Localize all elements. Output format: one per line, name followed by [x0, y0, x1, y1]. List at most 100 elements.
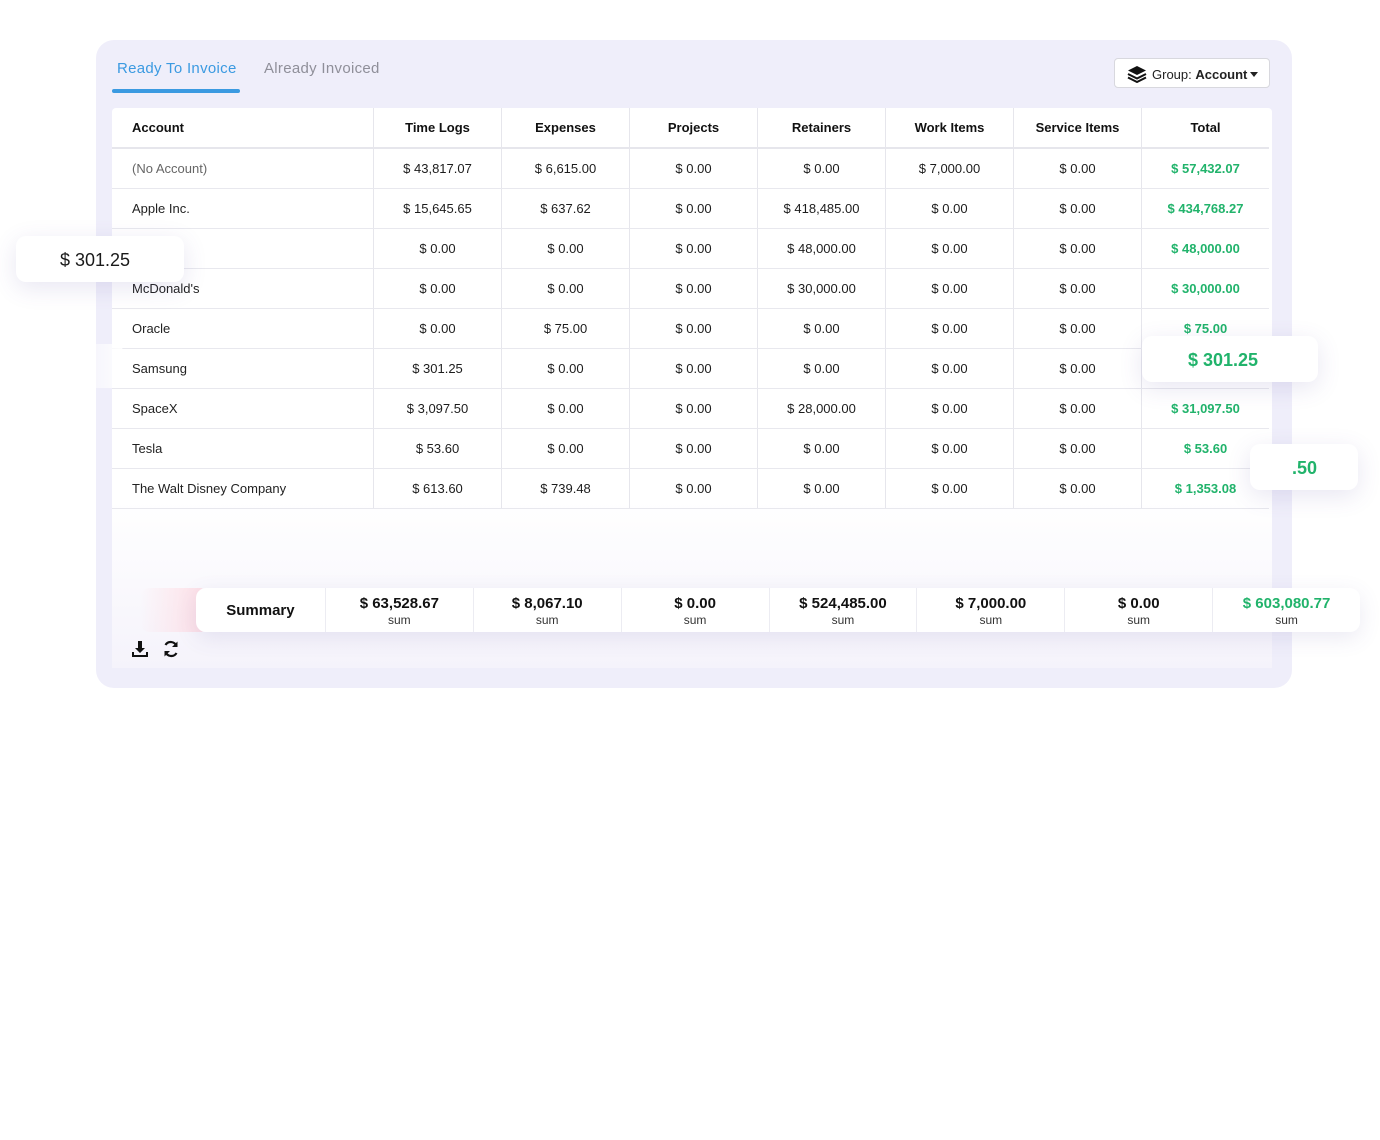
cell-service-items: $ 0.00 [1013, 308, 1142, 349]
col-header-projects[interactable]: Projects [629, 108, 758, 149]
floating-card-right: $ 301.25 [1142, 336, 1318, 382]
table-row[interactable]: SpaceX $ 3,097.50 $ 0.00 $ 0.00 $ 28,000.00 $… [112, 388, 1269, 429]
summary-agg: sum [979, 613, 1003, 627]
summary-agg: sum [387, 613, 411, 627]
cell-expenses: $ 739.48 [501, 468, 630, 509]
cell-account: The Walt Disney Company [112, 468, 374, 509]
summary-work-items: $ 7,000.00 sum [917, 588, 1066, 632]
summary-total: $ 603,080.77 sum [1213, 588, 1360, 632]
group-select-text: Group: Account [1152, 67, 1247, 82]
cell-work-items: $ 0.00 [885, 188, 1014, 229]
table-row[interactable]: The Walt Disney Company $ 613.60 $ 739.48 $… [112, 468, 1269, 509]
col-header-retainers[interactable]: Retainers [757, 108, 886, 149]
summary-value: $ 63,528.67 [359, 595, 439, 612]
summary-value: $ 0.00 [674, 595, 716, 612]
floating-value: $ 301.25 [1188, 350, 1259, 370]
cell-work-items: $ 0.00 [885, 228, 1014, 269]
floating-card-left: $ 301.25 [16, 236, 184, 282]
cell-work-items: $ 0.00 [885, 428, 1014, 469]
download-icon[interactable] [131, 640, 149, 658]
cell-service-items: $ 0.00 [1013, 228, 1142, 269]
cell-time-logs: $ 53.60 [373, 428, 502, 469]
col-header-work-items[interactable]: Work Items [885, 108, 1014, 149]
summary-value: $ 8,067.10 [511, 595, 583, 612]
cell-retainers: $ 0.00 [757, 308, 886, 349]
cell-expenses: $ 0.00 [501, 428, 630, 469]
summary-retainers: $ 524,485.00 sum [770, 588, 918, 632]
cell-service-items: $ 0.00 [1013, 468, 1142, 509]
refresh-icon[interactable] [162, 640, 180, 658]
floating-value: .50 [1292, 458, 1318, 478]
cell-account: SpaceX [112, 388, 374, 429]
cell-projects: $ 0.00 [629, 428, 758, 469]
cell-account: Samsung [112, 348, 374, 389]
summary-time-logs: $ 63,528.67 sum [326, 588, 474, 632]
cell-retainers: $ 30,000.00 [757, 268, 886, 309]
cell-account: (No Account) [112, 148, 374, 189]
tab-ready-to-invoice[interactable]: Ready To Invoice [117, 60, 237, 77]
cell-work-items: $ 0.00 [885, 468, 1014, 509]
cell-retainers: $ 28,000.00 [757, 388, 886, 429]
summary-agg: sum [831, 613, 855, 627]
invoice-table: Account Time Logs Expenses Projects Reta… [112, 108, 1269, 509]
summary-label: Summary [196, 588, 326, 632]
layers-icon [1127, 66, 1147, 83]
table-row[interactable]: America$ 0.00$ 0.00$ 0.00$ 48,000.00$ 0.… [112, 228, 1269, 269]
cell-retainers: $ 0.00 [757, 148, 886, 189]
col-header-time-logs[interactable]: Time Logs [373, 108, 502, 149]
cell-expenses: $ 75.00 [501, 308, 630, 349]
cell-expenses: $ 0.00 [501, 388, 630, 429]
cell-work-items: $ 7,000.00 [885, 148, 1014, 189]
cell-service-items: $ 0.00 [1013, 188, 1142, 229]
floating-value: $ 301.25 [60, 250, 131, 270]
summary-value: $ 0.00 [1117, 595, 1160, 612]
table-row[interactable]: (No Account) $ 43,817.07 $ 6,615.00 $ 0.00 $… [112, 148, 1269, 189]
cell-projects: $ 0.00 [629, 348, 758, 389]
cell-expenses: $ 637.62 [501, 188, 630, 229]
table-row[interactable]: McDonald's $ 0.00 $ 0.00 $ 0.00 $ 30,000.00 $… [112, 268, 1269, 309]
cell-time-logs: $ 301.25 [373, 348, 502, 389]
group-by-select[interactable]: Group: Account [1114, 58, 1270, 88]
summary-agg: sum [535, 613, 559, 627]
cell-work-items: $ 0.00 [885, 308, 1014, 349]
table-header-row: Account Time Logs Expenses Projects Reta… [112, 108, 1269, 149]
cell-retainers: $ 0.00 [757, 428, 886, 469]
summary-value: $ 7,000.00 [955, 595, 1027, 612]
cell-projects: $ 0.00 [629, 388, 758, 429]
cell-expenses: $ 0.00 [501, 348, 630, 389]
table-row[interactable]: Tesla $ 53.60 $ 0.00 $ 0.00 $ 0.00 $ 0.00 $ 0.… [112, 428, 1269, 469]
summary-expenses: $ 8,067.10 sum [474, 588, 622, 632]
tab-already-invoiced[interactable]: Already Invoiced [264, 60, 380, 77]
cell-time-logs: $ 15,645.65 [373, 188, 502, 229]
table-row[interactable]: Apple Inc. $ 15,645.65 $ 637.62 $ 0.00 $ 418… [112, 188, 1269, 229]
table-row[interactable]: Oracle $ 0.00 $ 75.00 $ 0.00 $ 0.00 $ 0.00 $ 0… [112, 308, 1269, 349]
summary-agg: sum [1127, 613, 1151, 627]
cell-service-items: $ 0.00 [1013, 268, 1142, 309]
summary-row: Summary $ 63,528.67 sum $ 8,067.10 sum $ 0… [196, 588, 1360, 632]
cell-work-items: $ 0.00 [885, 388, 1014, 429]
col-header-total[interactable]: Total [1141, 108, 1269, 149]
floating-card-ghost [64, 344, 124, 388]
cell-projects: $ 0.00 [629, 468, 758, 509]
col-header-account[interactable]: Account [112, 108, 374, 149]
cell-expenses: $ 0.00 [501, 268, 630, 309]
summary-agg: sum [683, 613, 707, 627]
col-header-service-items[interactable]: Service Items [1013, 108, 1142, 149]
cell-time-logs: $ 43,817.07 [373, 148, 502, 189]
cell-projects: $ 0.00 [629, 148, 758, 189]
summary-agg: sum [1275, 613, 1298, 627]
col-header-expenses[interactable]: Expenses [501, 108, 630, 149]
invoice-grid: Account Time Logs Expenses Projects Reta… [112, 108, 1272, 668]
cell-expenses: $ 0.00 [501, 228, 630, 269]
cell-projects: $ 0.00 [629, 268, 758, 309]
cell-service-items: $ 0.00 [1013, 428, 1142, 469]
active-tab-indicator [112, 89, 240, 93]
cell-projects: $ 0.00 [629, 228, 758, 269]
summary-value: $ 524,485.00 [799, 595, 887, 612]
cell-service-items: $ 0.00 [1013, 388, 1142, 429]
cell-projects: $ 0.00 [629, 188, 758, 229]
table-row[interactable]: Samsung $ 301.25 $ 0.00 $ 0.00 $ 0.00 $ 0.00 $… [112, 348, 1269, 389]
cell-time-logs: $ 0.00 [373, 268, 502, 309]
cell-service-items: $ 0.00 [1013, 148, 1142, 189]
cell-time-logs: $ 613.60 [373, 468, 502, 509]
